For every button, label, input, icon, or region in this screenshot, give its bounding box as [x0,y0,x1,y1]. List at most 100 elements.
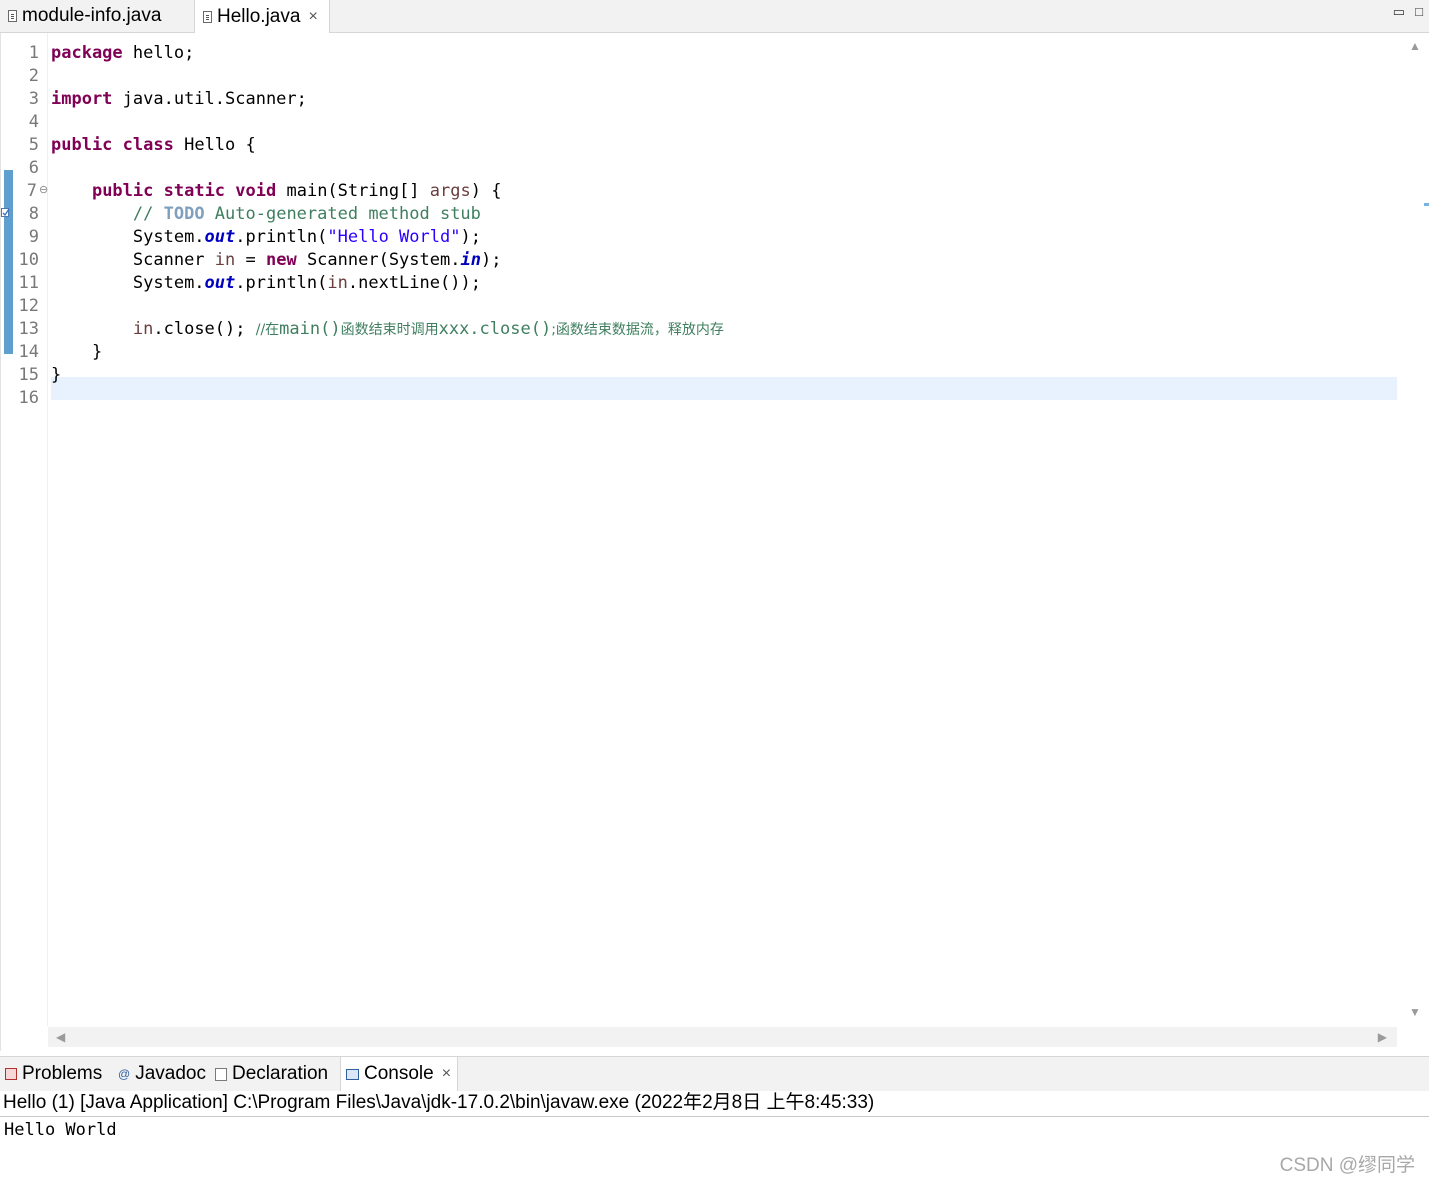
todo-tag: TODO [163,204,205,224]
static-field: out [204,273,236,293]
declaration-icon [215,1067,227,1081]
code-line[interactable]: 4 [1,111,1397,134]
code-token: System. [132,227,205,247]
local-variable: in [214,250,236,270]
line-number: 12 [18,296,39,316]
code-token: .println( [235,273,328,293]
code-line[interactable]: 14 } [1,341,1397,364]
code-token: } [91,342,103,362]
code-line[interactable]: 2 [1,65,1397,88]
comment-text: //在 [255,322,280,338]
code-line[interactable]: 5 public class Hello { [1,134,1397,157]
comment: Auto-generated method stub [204,204,481,224]
code-token: ) { [470,181,502,201]
code-token: } [51,365,62,385]
maximize-icon[interactable]: □ [1415,4,1423,19]
java-file-icon [8,10,17,22]
tab-problems[interactable]: Problems [5,1057,102,1091]
code-text: in.close(); //在main()函数结束时调用xxx.close();… [51,318,724,342]
line-number: 15 [18,365,39,385]
keyword: void [235,181,277,201]
code-line[interactable]: 6 [1,157,1397,180]
java-file-icon [203,10,212,23]
keyword: package [51,43,123,63]
console-output-area[interactable]: Hello World [0,1116,1429,1184]
code-line[interactable]: 11 System.out.println(in.nextLine()); [1,272,1397,295]
keyword: public [91,181,154,201]
line-number: 16 [18,388,39,408]
line-number: 1 [28,43,39,63]
tab-console[interactable]: Console × [340,1057,458,1091]
scroll-right-icon[interactable]: ▶ [1378,1030,1387,1044]
code-line[interactable]: 3 import java.util.Scanner; [1,88,1397,111]
code-text: public static void main(String[] args) { [51,180,502,203]
view-tab-bar: Problems @ Javadoc Declaration Console × [0,1056,1429,1091]
line-number: 4 [28,112,39,132]
line-number: 9 [28,227,39,247]
tab-label: Problems [22,1063,103,1084]
horizontal-scrollbar[interactable]: ◀ ▶ [48,1027,1397,1047]
static-field: in [460,250,481,270]
code-token: main(String[] [276,181,430,201]
code-line[interactable]: 8 // TODO Auto-generated method stub [1,203,1397,226]
line-number: 3 [28,89,39,109]
console-output-text: Hello World [4,1120,117,1140]
code-token: .close(); [153,319,256,339]
vertical-scrollbar[interactable]: ▲ ▼ [1400,33,1429,1026]
code-text: public class Hello { [51,134,256,157]
code-line[interactable]: 16 [1,387,1397,410]
line-number: 6 [28,158,39,178]
code-token: ); [480,250,502,270]
code-text: } [51,364,61,387]
code-text: import java.util.Scanner; [51,88,307,111]
keyword: new [265,250,297,270]
code-line[interactable]: 12 [1,295,1397,318]
code-token: ); [460,227,481,247]
problems-icon [5,1068,17,1080]
tab-declaration[interactable]: Declaration [215,1057,328,1091]
close-icon[interactable]: × [308,8,317,26]
code-line[interactable]: 13 in.close(); //在main()函数结束时调用xxx.close… [1,318,1397,341]
scroll-down-icon[interactable]: ▼ [1409,1005,1421,1019]
keyword: class [122,135,174,155]
comment-text: xxx.close() [438,319,552,339]
line-number: 11 [18,273,39,293]
comment-text: 函数结束时调用 [340,322,439,338]
code-token: = [235,250,266,270]
scroll-up-icon[interactable]: ▲ [1409,39,1421,53]
line-number: 7 [26,181,37,201]
code-text: package hello; [51,42,194,65]
tab-label: Javadoc [135,1063,206,1084]
code-line[interactable]: 9 System.out.println("Hello World"); [1,226,1397,249]
tab-javadoc[interactable]: @ Javadoc [118,1057,206,1091]
code-token: System. [132,273,205,293]
comment-text: main() [279,319,341,339]
close-icon[interactable]: × [442,1065,451,1083]
tab-module-info[interactable]: module-info.java [0,0,192,32]
code-line[interactable]: 15 } [1,364,1397,387]
line-number: 10 [18,250,39,270]
code-line[interactable]: 1 package hello; [1,42,1397,65]
watermark: CSDN @缪同学 [1279,1155,1415,1176]
code-line[interactable]: 7 ⊖ public static void main(String[] arg… [1,180,1397,203]
code-token: .println( [235,227,328,247]
line-number: 2 [28,66,39,86]
code-token: java.util.Scanner; [112,89,307,109]
local-variable: in [132,319,154,339]
string-literal: "Hello World" [327,227,461,247]
code-text: System.out.println(in.nextLine()); [51,272,481,295]
code-line[interactable]: 10 Scanner in = new Scanner(System.in); [1,249,1397,272]
static-field: out [204,227,236,247]
fold-collapse-icon[interactable]: ⊖ [39,184,48,196]
code-token: .nextLine()); [347,273,481,293]
minimize-icon[interactable]: ▭ [1393,4,1405,20]
line-number: 14 [18,342,39,362]
tab-label: Console [364,1063,434,1084]
line-number: 5 [28,135,39,155]
scroll-left-icon[interactable]: ◀ [56,1030,65,1044]
overview-ruler-mark[interactable] [1424,203,1429,206]
line-number: 13 [18,319,39,339]
console-launch-description: Hello (1) [Java Application] C:\Program … [3,1092,875,1113]
tab-hello-java[interactable]: Hello.java × [194,0,330,33]
code-editor[interactable]: 1 package hello; 2 3 import java.util.Sc… [0,33,1429,1051]
